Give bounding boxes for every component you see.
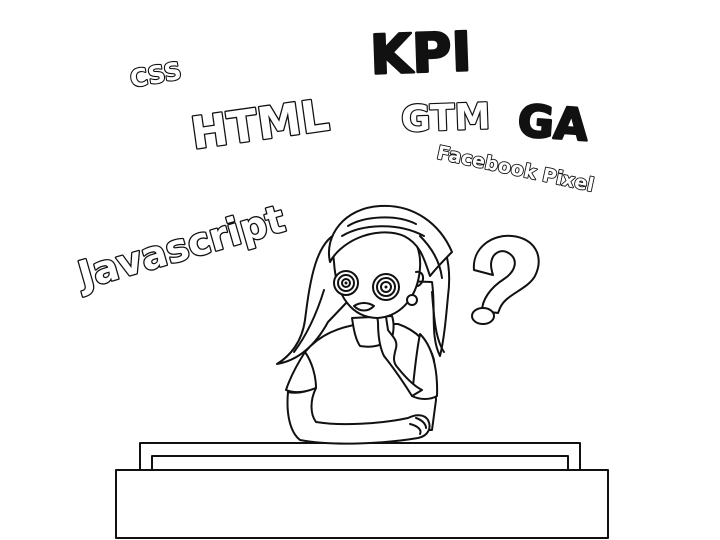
confused-woman-figure: [276, 204, 453, 445]
confused-marketer-illustration: CSS KPI HTML GTM GA Facebook Pixel Javas…: [69, 19, 609, 539]
word-kpi: KPI: [369, 20, 473, 87]
word-javascript: Javascript: [70, 197, 289, 299]
question-mark-icon: [471, 234, 540, 325]
earring: [406, 294, 418, 306]
word-css: CSS: [128, 57, 184, 94]
word-gtm: GTM: [400, 96, 491, 140]
desk: [115, 442, 609, 539]
word-html: HTML: [188, 90, 332, 160]
word-ga: GA: [516, 96, 590, 152]
lips: [353, 302, 375, 312]
